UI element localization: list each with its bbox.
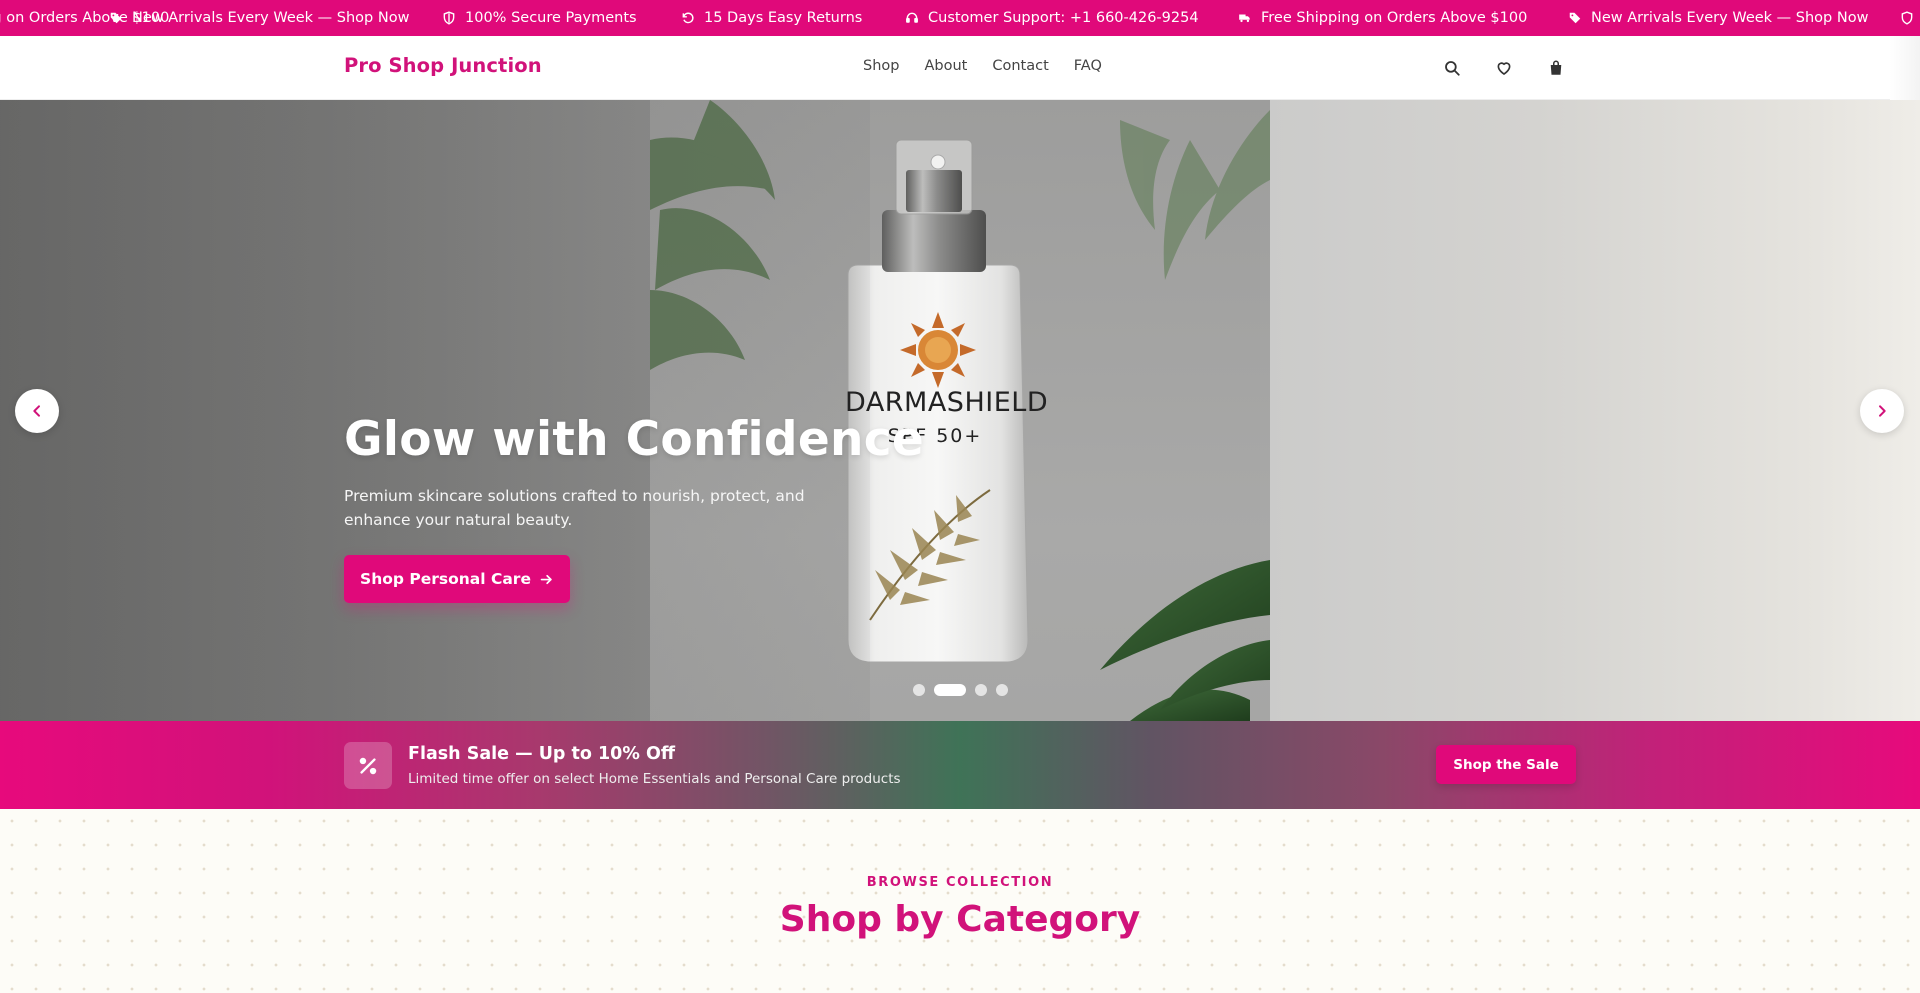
shield-icon [1901,11,1913,25]
chevron-right-icon [1879,405,1886,417]
ticker-item-support: Customer Support: +1 660-426-9254 [905,0,1199,36]
section-eyebrow: BROWSE COLLECTION [866,875,1054,890]
main-nav: Shop About Contact FAQ [863,58,1102,74]
headset-icon [906,12,918,23]
hero-subtitle: Premium skincare solutions crafted to no… [344,487,805,529]
announcement-ticker: Free Shipping on Orders Above $100 New A… [0,0,1920,36]
nav-link-about[interactable]: About [924,58,967,74]
chevron-left-icon [33,405,40,417]
nav-link-shop[interactable]: Shop [863,58,899,74]
cart-button[interactable] [1545,57,1567,79]
slide-dot-4[interactable] [996,684,1008,696]
return-icon [682,12,694,24]
section-title: Shop by Category [779,899,1141,940]
cta-label: Shop Personal Care [360,570,531,588]
hero-slider: DARMASHIELD SPF 50+ Glow with Confidence… [0,100,1920,721]
next-slide-button[interactable] [1860,389,1904,433]
ticker-text: New Arrivals Every Week — Shop Now [1591,10,1869,26]
scrollbar[interactable] [1890,36,1920,100]
heart-icon [1497,62,1511,75]
tag-icon [1569,12,1581,24]
ticker-text: 100% Secure Payments [465,10,637,26]
ticker-item-shipping: Free Shipping on Orders Above $100 [1238,0,1527,36]
ticker-text: New Arrivals Every Week — Shop Now [132,10,410,26]
shop-the-sale-button[interactable]: Shop the Sale [1436,745,1576,784]
search-button[interactable] [1441,57,1463,79]
percent-icon [359,757,377,774]
ticker-text: 15 Days Easy Returns [704,10,863,26]
slide-dot-2[interactable] [934,684,966,696]
ticker-text: Customer Support: +1 660-426-9254 [928,10,1199,26]
nav-link-faq[interactable]: FAQ [1074,58,1102,74]
ticker-item-secure [1900,0,1914,36]
slide-dot-1[interactable] [913,684,925,696]
discount-badge [344,742,392,789]
bag-icon [1550,60,1562,75]
arrow-right-icon [540,574,552,584]
ticker-item-returns: 15 Days Easy Returns [681,0,862,36]
ticker-item-new-arrivals: New Arrivals Every Week — Shop Now [1568,0,1868,36]
category-section: BROWSE COLLECTION Shop by Category [0,809,1920,993]
ticker-text: Free Shipping on Orders Above $100 [1261,10,1528,26]
hero-title: Glow with Confidence [344,412,925,467]
flash-sale-title: Flash Sale — Up to 10% Off [408,744,676,764]
prev-slide-button[interactable] [15,389,59,433]
flash-sale-subtitle: Limited time offer on select Home Essent… [408,771,901,787]
site-header: Pro Shop Junction Shop About Contact FAQ [0,36,1920,100]
slide-indicators [913,684,1008,696]
shield-icon [443,11,455,25]
nav-link-contact[interactable]: Contact [992,58,1048,74]
search-icon [1445,61,1460,76]
shop-personal-care-button[interactable]: Shop Personal Care [344,555,570,603]
ticker-item-secure: 100% Secure Payments [442,0,637,36]
flash-sale-banner: Flash Sale — Up to 10% Off Limited time … [0,721,1920,809]
brand-logo[interactable]: Pro Shop Junction [344,54,542,77]
ticker-track: Free Shipping on Orders Above $100 New A… [0,0,1920,36]
wishlist-button[interactable] [1493,57,1515,79]
ticker-item-new-arrivals: New Arrivals Every Week — Shop Now [109,0,409,36]
slide-dot-3[interactable] [975,684,987,696]
truck-icon [1239,14,1250,23]
tag-icon [110,12,122,24]
